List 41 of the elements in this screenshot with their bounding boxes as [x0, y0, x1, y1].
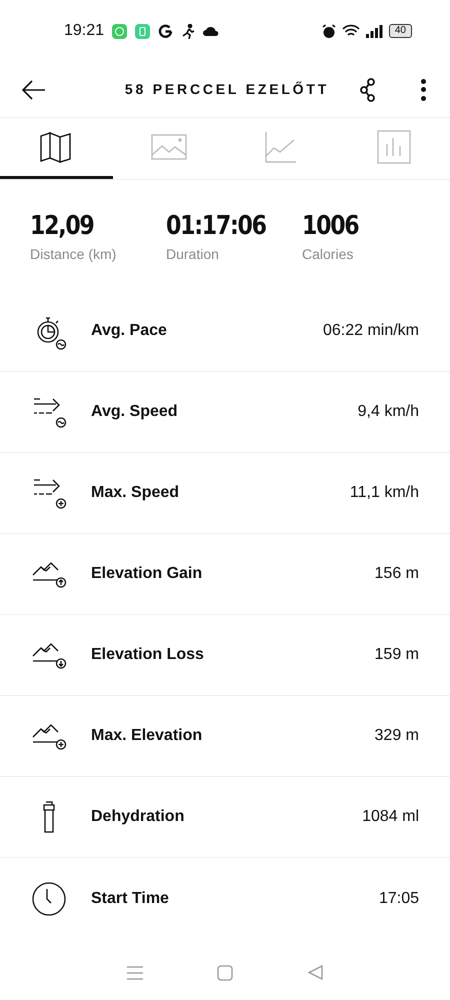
clock-time: 19:21 — [64, 21, 104, 41]
app-notification-icon — [112, 24, 128, 38]
bottle-icon — [43, 801, 55, 833]
battery-indicator: 40 — [388, 24, 412, 38]
metric-label: Max. Elevation — [91, 726, 204, 746]
summary-label: Duration — [166, 245, 220, 264]
metric-value: 06:22 min/km — [322, 321, 419, 341]
metric-value: 17:05 — [378, 888, 419, 908]
google-icon — [158, 24, 174, 38]
cloud-icon — [203, 26, 220, 36]
clock-icon — [32, 882, 66, 916]
metric-value: 156 m — [374, 564, 419, 584]
metric-value: 9,4 km/h — [358, 402, 419, 422]
line-chart-icon — [264, 130, 298, 164]
alarm-icon — [322, 24, 336, 38]
metric-value: 159 m — [374, 645, 419, 665]
summary-value: 12,09 — [30, 210, 95, 242]
wifi-icon — [342, 24, 360, 38]
summary-label: Calories — [302, 245, 354, 264]
metric-label: Start Time — [91, 888, 170, 908]
bar-chart-icon — [376, 130, 411, 164]
metric-label: Avg. Speed — [91, 402, 179, 422]
map-icon — [39, 130, 74, 164]
summary-value: 01:17:06 — [166, 210, 267, 242]
metric-label: Elevation Loss — [91, 645, 205, 665]
signal-icon — [366, 24, 383, 38]
summary-label: Distance (km) — [30, 245, 118, 264]
metric-label: Dehydration — [91, 807, 186, 827]
back-icon[interactable] — [308, 965, 323, 980]
metric-value: 1084 ml — [362, 807, 419, 827]
header-title: 58 PERCCEL EZELŐTT — [124, 80, 330, 99]
metric-value: 11,1 km/h — [350, 483, 419, 503]
summary-value: 1006 — [302, 210, 360, 242]
runner-icon — [181, 24, 196, 38]
menu-icon[interactable] — [127, 966, 144, 980]
app-notification-icon — [135, 24, 150, 38]
metric-label: Elevation Gain — [91, 564, 204, 584]
metric-label: Avg. Pace — [91, 321, 168, 341]
home-icon[interactable] — [217, 964, 234, 980]
metric-label: Max. Speed — [91, 483, 180, 503]
metric-value: 329 m — [374, 726, 419, 746]
